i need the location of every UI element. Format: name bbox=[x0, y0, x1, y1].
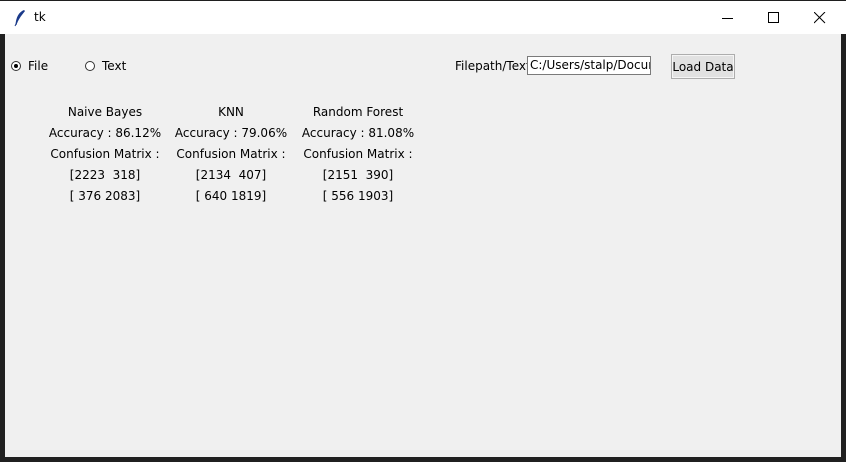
radio-file-indicator[interactable] bbox=[11, 61, 21, 71]
radio-text[interactable]: Text bbox=[85, 58, 126, 74]
app-window: tk File Text Filepath/Text C:/Users/stal… bbox=[0, 0, 846, 462]
confusion-matrix-row: [2151 390] bbox=[322, 168, 394, 182]
confusion-matrix-row: [2134 407] bbox=[195, 168, 267, 182]
load-data-button[interactable]: Load Data bbox=[671, 54, 735, 79]
confusion-matrix-row: [ 640 1819] bbox=[195, 189, 267, 203]
main-content: File Text Filepath/Text C:/Users/stalp/D… bbox=[5, 34, 841, 457]
radio-file[interactable]: File bbox=[11, 58, 48, 74]
model-name: Random Forest bbox=[312, 105, 404, 119]
maximize-icon bbox=[768, 12, 779, 23]
confusion-matrix-row: [ 556 1903] bbox=[322, 189, 394, 203]
maximize-button[interactable] bbox=[751, 1, 797, 34]
accuracy-text: Accuracy : 79.06% bbox=[174, 126, 288, 140]
close-icon bbox=[814, 12, 826, 24]
accuracy-text: Accuracy : 81.08% bbox=[301, 126, 415, 140]
radio-text-indicator[interactable] bbox=[85, 61, 95, 71]
filepath-label: Filepath/Text bbox=[455, 59, 531, 73]
minimize-button[interactable] bbox=[705, 1, 751, 34]
result-knn: KNN Accuracy : 79.06% Confusion Matrix :… bbox=[171, 103, 291, 208]
title-bar[interactable]: tk bbox=[0, 0, 846, 34]
confusion-matrix-row: [2223 318] bbox=[69, 168, 141, 182]
confusion-matrix-label: Confusion Matrix : bbox=[176, 147, 286, 161]
radio-file-label: File bbox=[28, 59, 49, 73]
confusion-matrix-row: [ 376 2083] bbox=[69, 189, 141, 203]
result-random-forest: Random Forest Accuracy : 81.08% Confusio… bbox=[298, 103, 418, 208]
minimize-icon bbox=[722, 18, 733, 19]
close-button[interactable] bbox=[797, 1, 843, 34]
radio-text-label: Text bbox=[102, 59, 127, 73]
window-title: tk bbox=[34, 10, 46, 24]
model-name: KNN bbox=[218, 105, 244, 119]
accuracy-text: Accuracy : 86.12% bbox=[48, 126, 162, 140]
model-name: Naive Bayes bbox=[67, 105, 143, 119]
result-naive-bayes: Naive Bayes Accuracy : 86.12% Confusion … bbox=[45, 103, 165, 208]
confusion-matrix-label: Confusion Matrix : bbox=[50, 147, 160, 161]
confusion-matrix-label: Confusion Matrix : bbox=[303, 147, 413, 161]
feather-icon bbox=[14, 10, 25, 27]
filepath-input[interactable]: C:/Users/stalp/Documents bbox=[527, 56, 651, 75]
